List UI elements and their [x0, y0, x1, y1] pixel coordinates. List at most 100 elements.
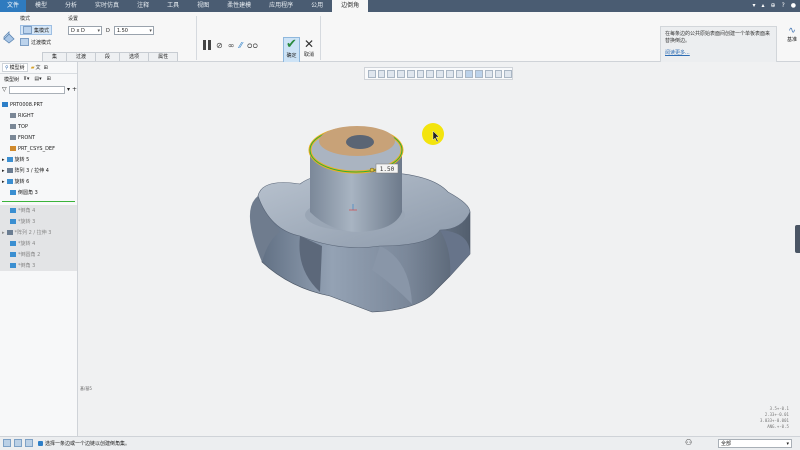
menu-tab[interactable]: 工具 [158, 0, 188, 12]
graphics-viewport[interactable]: 1.50 [79, 62, 800, 436]
tree-node[interactable]: *旋转 4 [0, 238, 77, 249]
subtab-pieces[interactable]: 段 [95, 52, 121, 61]
expand-icon[interactable]: ▸ [2, 168, 5, 174]
tree-toggle-icon[interactable] [3, 439, 11, 447]
spin-center-icon[interactable] [484, 69, 493, 78]
tree-node[interactable]: 倒圆角 3 [0, 187, 77, 198]
full-screen-icon[interactable] [25, 439, 33, 447]
datum-group[interactable]: ∿ 基准 [784, 26, 800, 43]
verify-icon[interactable]: ⁄⁄ [239, 41, 242, 50]
refit-icon[interactable] [368, 69, 376, 78]
d-value-input[interactable]: 1.50 [113, 26, 154, 35]
find-icon[interactable]: ⚇ [685, 438, 692, 447]
tolerance-table: 3.5+-0.1 2.33+-0.01 3.033+-0.001 ANG.+-0.5 [760, 406, 789, 430]
tree-node[interactable]: PRT0008.PRT [0, 99, 77, 110]
tree-node-label: *倒角 3 [18, 263, 36, 269]
zoom-in-icon[interactable] [377, 69, 386, 78]
dropdown-icon[interactable]: ▾ [67, 86, 70, 93]
menu-tab[interactable]: 文件 [0, 0, 27, 12]
read-more-link[interactable]: 阅读更多... [665, 49, 772, 56]
tree-node-label: *旋转 4 [18, 241, 36, 247]
repaint-icon[interactable] [397, 69, 405, 78]
tree-node[interactable]: FRONT [0, 132, 77, 143]
window-control-icon[interactable]: ? [782, 0, 785, 12]
subtab-sets[interactable]: 集 [42, 52, 68, 61]
menu-tab[interactable]: 视图 [188, 0, 218, 12]
tree-node[interactable]: ▸ 阵列 3 / 拉伸 4 [0, 165, 77, 176]
window-control-icon[interactable]: ▾ [753, 0, 756, 12]
settings-header: 设置 [68, 16, 79, 22]
tree-node[interactable]: *倒圆角 2 [0, 249, 77, 260]
tree-search-input[interactable] [8, 85, 65, 94]
menu-tab[interactable]: 模型 [26, 0, 56, 12]
expand-icon[interactable]: ▸ [2, 157, 5, 163]
window-control-icon[interactable]: ▴ [762, 0, 765, 12]
insert-here-marker[interactable] [2, 201, 75, 202]
set-mode-option[interactable]: 集模式 [20, 25, 53, 35]
annotation-icon[interactable] [494, 69, 503, 78]
tree-settings-icon[interactable]: ⫪▾ [24, 76, 29, 82]
zoom-out-icon[interactable] [387, 69, 396, 78]
selection-filter[interactable]: 全部 [718, 439, 792, 448]
expand-icon[interactable]: ▸ [2, 230, 5, 236]
annotation-display-icon[interactable] [475, 69, 483, 78]
pattern-icon [6, 168, 13, 173]
revolve-icon [6, 157, 13, 162]
play-icon[interactable] [504, 69, 513, 78]
datum-icon: ∿ [788, 26, 796, 36]
attached-preview-icon[interactable]: ∞ [228, 41, 235, 50]
add-icon[interactable]: + [72, 86, 77, 93]
saved-views-icon[interactable] [416, 69, 425, 78]
revolve-icon [6, 179, 13, 184]
tree-node[interactable]: RIGHT [0, 110, 77, 121]
tree-node[interactable]: ▸ 旋转 6 [0, 176, 77, 187]
menu-tab[interactable]: 注释 [128, 0, 158, 12]
tab-model-tree[interactable]: ⚲ 模型树 [2, 63, 28, 72]
tab-favorites[interactable]: ⊞ [44, 65, 48, 71]
dimension-label[interactable]: 1.50 [380, 166, 395, 173]
tab-folder[interactable]: ▰ 文 [31, 64, 41, 72]
window-control-icon[interactable]: ● [791, 0, 796, 12]
menu-tab[interactable]: 公用 [302, 0, 332, 12]
menu-tab[interactable]: 实时仿真 [86, 0, 128, 12]
tree-node-label: 旋转 6 [14, 179, 30, 185]
tree-node[interactable]: TOP [0, 121, 77, 132]
section-icon[interactable] [455, 69, 464, 78]
transition-mode-option[interactable]: 过渡模式 [20, 38, 52, 46]
pause-icon[interactable] [203, 40, 211, 50]
model-view[interactable]: 1.50 [79, 62, 800, 436]
tree-search: ▽ ▾ + [0, 84, 77, 95]
menu-tab[interactable]: 边倒角 [332, 0, 369, 12]
tree-node[interactable]: *旋转 3 [0, 216, 77, 227]
menu-tab[interactable]: 柔性建模 [218, 0, 260, 12]
perspective-icon[interactable] [436, 69, 444, 78]
subtab-transitions[interactable]: 过渡 [66, 52, 97, 61]
menu-tab[interactable]: 应用程序 [260, 0, 302, 12]
tree-node[interactable]: ▸ *阵列 2 / 拉伸 3 [0, 227, 77, 238]
tree-filter-icon[interactable]: ⊞ [47, 76, 51, 82]
expand-icon[interactable]: ▸ [2, 179, 5, 185]
subtab-properties[interactable]: 属性 [148, 52, 179, 61]
cancel-button[interactable]: ✕ 取消 [302, 37, 316, 63]
ok-button[interactable]: ✔ 确定 [283, 37, 300, 63]
panel-resize-handle[interactable] [795, 225, 800, 253]
ribbon-divider [196, 16, 197, 60]
tree-node[interactable]: *倒角 4 [0, 205, 77, 216]
orientation-icon[interactable] [406, 69, 415, 78]
datum-display-icon[interactable] [465, 69, 474, 78]
checkmark-icon: ✔ [286, 37, 297, 52]
subtab-options[interactable]: 选项 [119, 52, 150, 61]
glasses-icon[interactable]: ᴑᴑ [247, 41, 258, 50]
view-manager-icon[interactable] [445, 69, 454, 78]
window-control-icon[interactable]: ⊕ [771, 0, 776, 12]
filter-icon[interactable]: ▽ [2, 86, 7, 93]
tree-columns-icon[interactable]: ▤▾ [34, 76, 41, 82]
menu-tab[interactable]: 分析 [56, 0, 86, 12]
display-style-icon[interactable] [426, 69, 435, 78]
tree-node[interactable]: PRT_CSYS_DEF [0, 143, 77, 154]
browser-toggle-icon[interactable] [14, 439, 22, 447]
chamfer-type-select[interactable]: D x D [68, 26, 102, 35]
tree-node[interactable]: ▸ 旋转 5 [0, 154, 77, 165]
geometry-preview-icon[interactable]: ⊘ [216, 41, 223, 50]
tree-node[interactable]: *倒角 3 [0, 260, 77, 271]
